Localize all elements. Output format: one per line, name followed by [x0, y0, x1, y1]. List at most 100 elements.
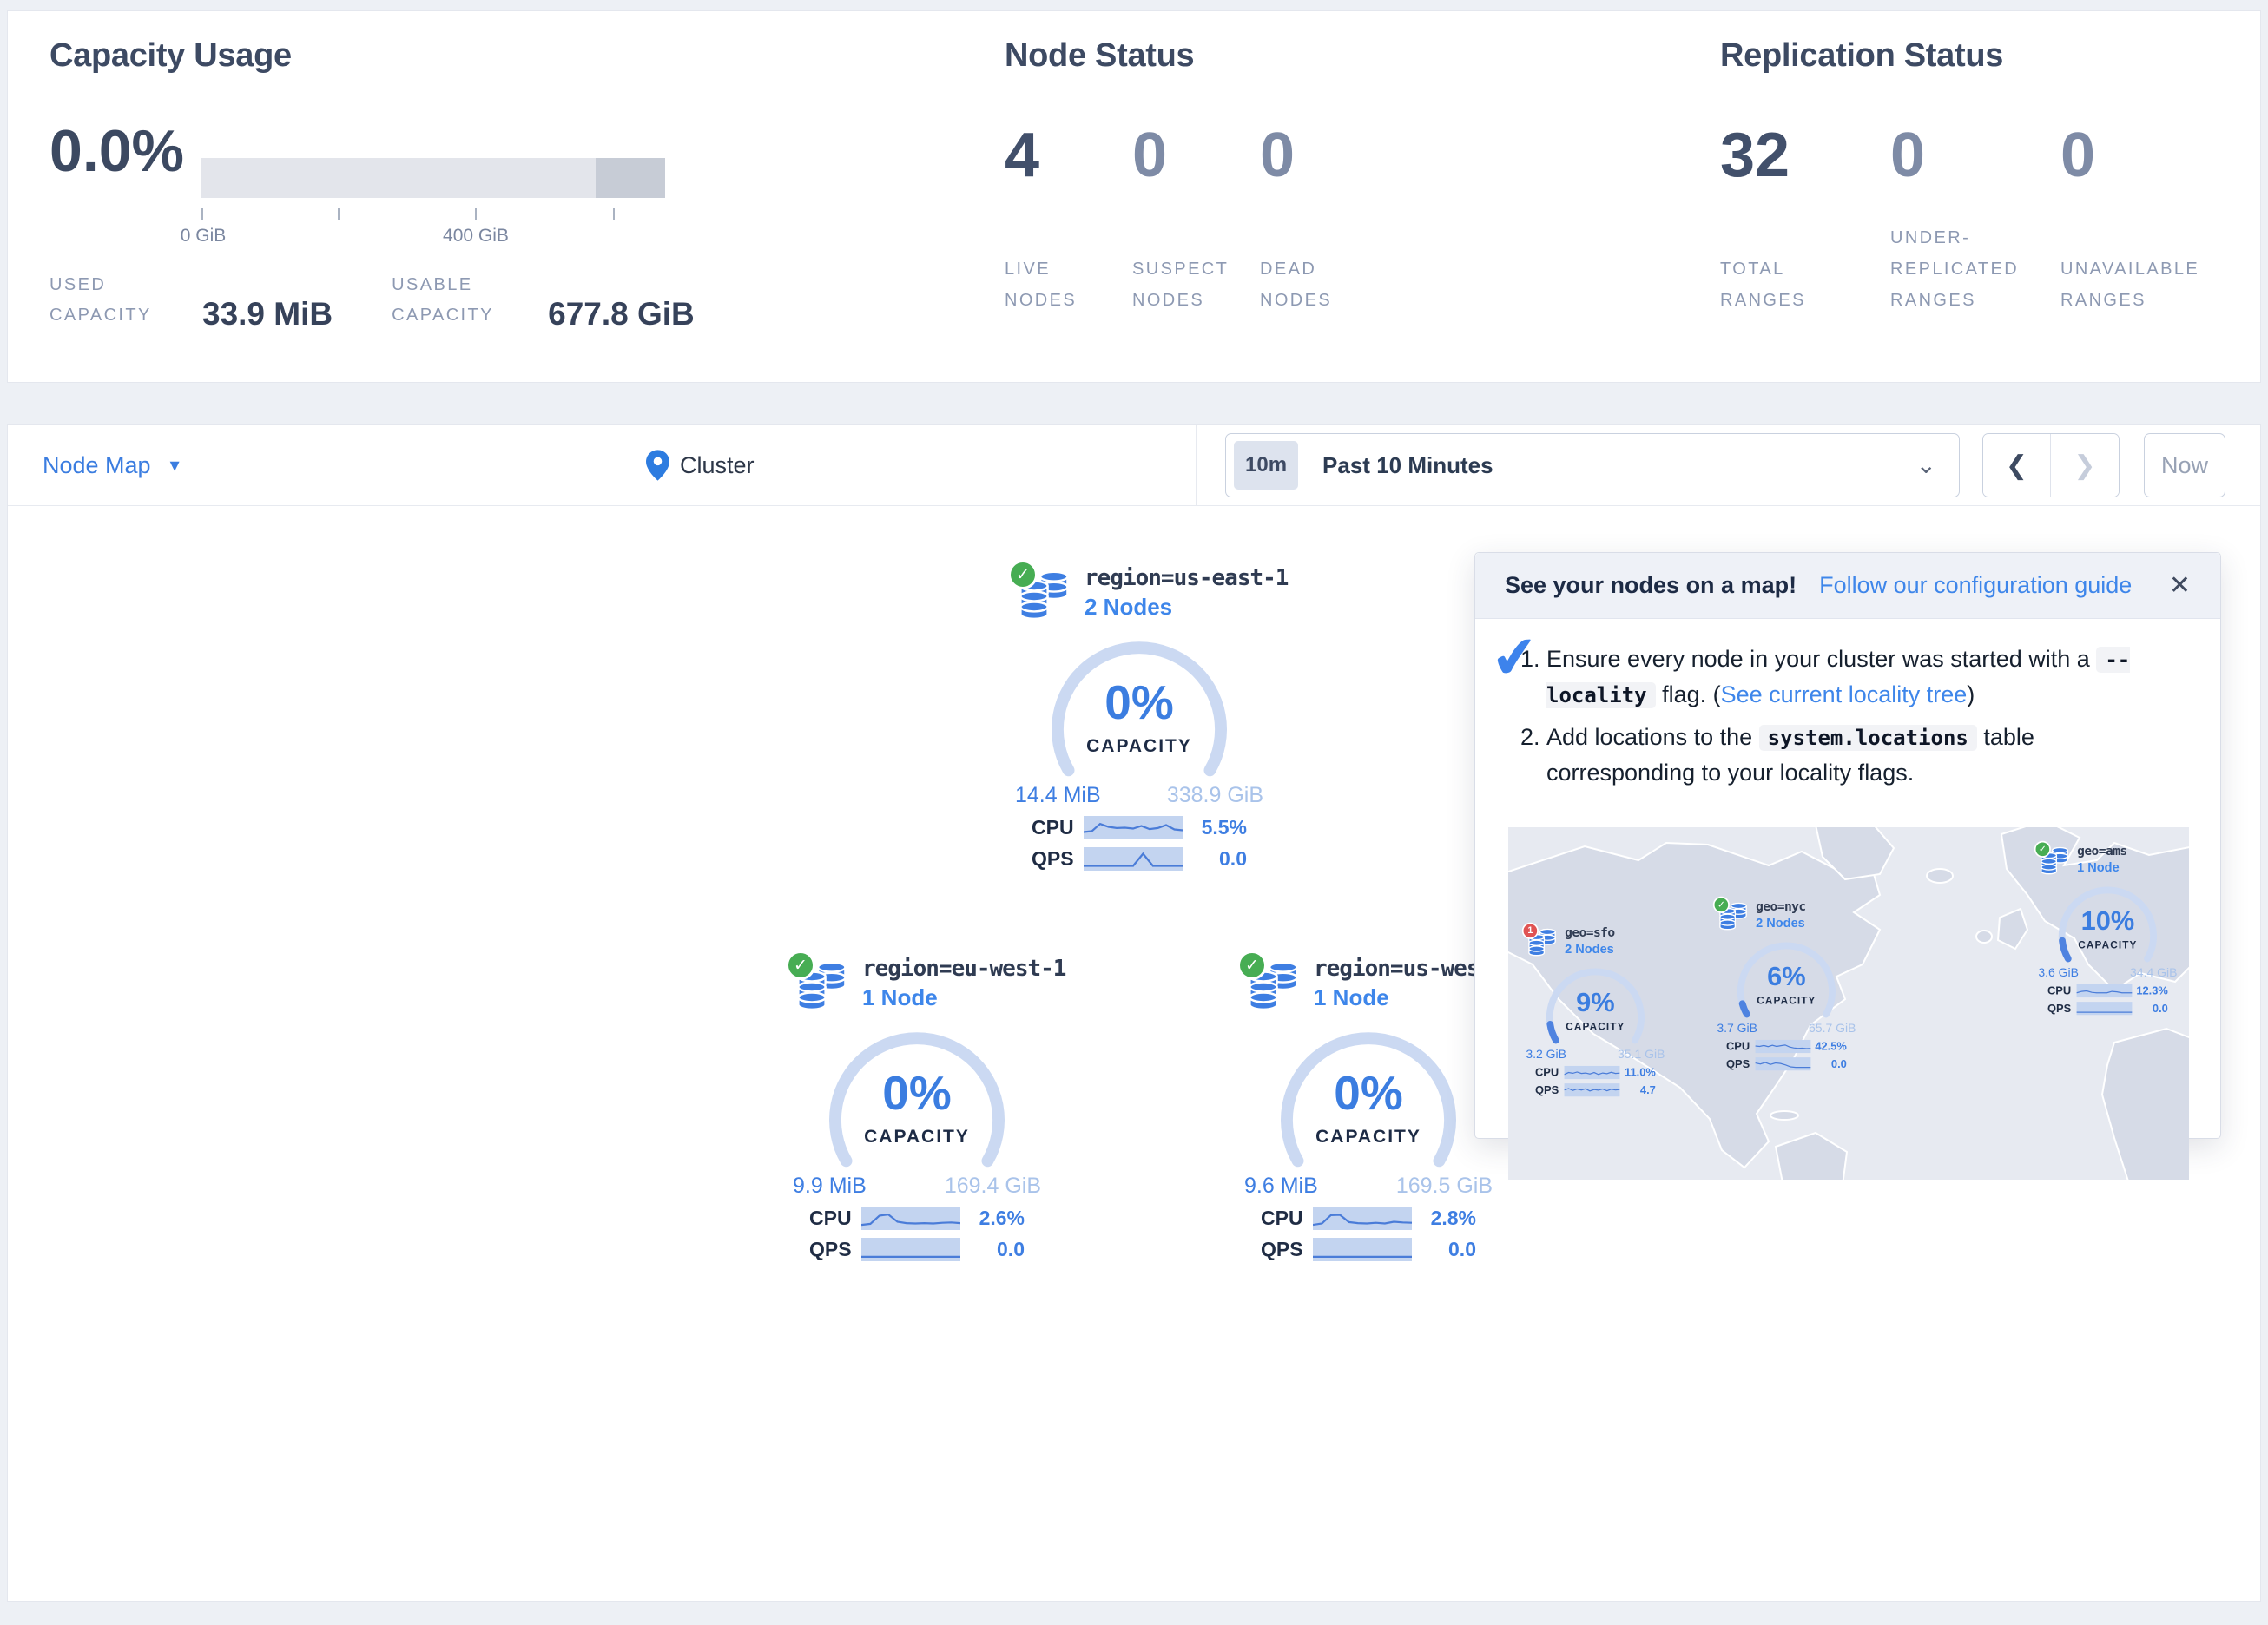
qps-label: QPS	[809, 1238, 861, 1261]
cpu-label: CPU	[1535, 1066, 1565, 1079]
node-status-labels: LIVE NODES SUSPECT NODES DEAD NODES	[1005, 222, 1388, 316]
locality-tree-link[interactable]: See current locality tree	[1721, 681, 1968, 707]
capacity-gauge-label: CAPACITY	[1734, 995, 1839, 1006]
capacity-gauge: 6% CAPACITY	[1734, 937, 1839, 1020]
capacity-values: 14.4 MiB 338.9 GiB	[1015, 783, 1263, 808]
qps-value: 0.0	[960, 1238, 1025, 1261]
region-node-card: ✓ geo=ams 1 Node	[2027, 843, 2188, 1015]
capacity-usage-section: Capacity Usage 0.0% 0 GiB 400 GiB USED C…	[49, 37, 292, 75]
suspect-nodes-label: SUSPECT NODES	[1132, 253, 1249, 316]
region-node-card: ✓ region=us-west-1 1 Node	[1225, 954, 1512, 1261]
capacity-gauge-label: CAPACITY	[1543, 1021, 1648, 1032]
time-range-badge: 10m	[1234, 441, 1298, 490]
replication-status-section: Replication Status 32 0 0 TOTAL RANGES U…	[1720, 37, 2234, 316]
step-text: Ensure every node in your cluster was st…	[1546, 646, 2096, 672]
system-locations-code: system.locations	[1759, 725, 1977, 751]
map-pin-icon	[646, 450, 669, 481]
step-text: )	[1967, 681, 1975, 707]
cpu-sparkline	[1756, 1040, 1811, 1053]
region-meta: region=us-east-1 2 Nodes	[1085, 563, 1282, 621]
region-nodes-link[interactable]: 1 Node	[862, 984, 938, 1011]
cpu-value: 2.6%	[960, 1207, 1025, 1230]
qps-value: 0.0	[1412, 1238, 1476, 1261]
dead-nodes-count: 0	[1260, 120, 1388, 191]
cpu-sparkline	[1313, 1207, 1412, 1230]
dead-nodes-label: DEAD NODES	[1260, 253, 1364, 316]
usable-capacity-label: USABLE CAPACITY	[392, 270, 524, 331]
axis-tick	[613, 208, 615, 220]
capacity-gauge-label: CAPACITY	[1045, 736, 1233, 757]
node-status-values: 4 0 0	[1005, 120, 1388, 191]
region-locality-label: geo=nyc	[1756, 899, 1867, 914]
time-next-button[interactable]: ❯	[2051, 434, 2119, 497]
node-status-section: Node Status 4 0 0 LIVE NODES SUSPECT NOD…	[1005, 37, 1388, 316]
qps-label: QPS	[1535, 1083, 1565, 1096]
unavailable-label: UNAVAILABLE RANGES	[2060, 253, 2208, 316]
node-map-canvas: ✓ region=us-east-1 2 Nodes	[8, 506, 2260, 1602]
capacity-bar-track	[201, 158, 665, 198]
qps-metric-row: QPS 0.0	[1261, 1238, 1476, 1261]
cpu-value: 5.5%	[1183, 816, 1247, 839]
region-locality-label: geo=sfo	[1565, 925, 1676, 940]
live-nodes-label: LIVE NODES	[1005, 253, 1109, 316]
capacity-gauge-percent: 9%	[1543, 987, 1648, 1018]
region-nodes-link[interactable]: 2 Nodes	[1085, 594, 1172, 621]
time-prev-button[interactable]: ❮	[1983, 434, 2051, 497]
region-node-card: ✓ region=us-east-1 2 Nodes	[996, 563, 1282, 871]
region-locality-label: region=us-east-1	[1085, 565, 1282, 591]
cpu-label: CPU	[1726, 1040, 1756, 1053]
region-used-capacity: 9.9 MiB	[793, 1174, 867, 1199]
region-nodes-link[interactable]: 1 Node	[2077, 860, 2120, 875]
live-nodes-count: 4	[1005, 120, 1132, 191]
region-meta: geo=sfo 2 Nodes	[1565, 924, 1676, 957]
time-range-label: Past 10 Minutes	[1322, 452, 1493, 479]
locality-breadcrumb[interactable]: Cluster	[646, 450, 755, 481]
region-used-capacity: 3.6 GiB	[2038, 966, 2079, 980]
region-node-card: ✓ geo=nyc 2 Nodes	[1706, 898, 1867, 1070]
region-locality-label: geo=ams	[2077, 844, 2188, 859]
close-icon[interactable]: ✕	[2169, 570, 2191, 601]
configuration-guide-link[interactable]: Follow our configuration guide	[1819, 572, 2132, 599]
region-meta: geo=nyc 2 Nodes	[1756, 898, 1867, 931]
region-header: ✓ geo=nyc 2 Nodes	[1706, 898, 1867, 931]
used-capacity-label: USED CAPACITY	[49, 270, 178, 331]
qps-value: 0.0	[1810, 1057, 1846, 1070]
cpu-label: CPU	[2047, 984, 2077, 997]
capacity-values: 3.7 GiB 65.7 GiB	[1717, 1022, 1856, 1036]
capacity-gauge-label: CAPACITY	[823, 1127, 1011, 1148]
time-range-dropdown[interactable]: 10m Past 10 Minutes ⌄	[1225, 433, 1960, 497]
node-status-badge: ✓	[786, 951, 815, 980]
region-used-capacity: 9.6 MiB	[1244, 1174, 1318, 1199]
cpu-metric-row: CPU 11.0%	[1535, 1066, 1656, 1079]
node-status-badge: ✓	[1237, 951, 1267, 980]
qps-sparkline	[1084, 847, 1183, 871]
capacity-details-row: USED CAPACITY 33.9 MiB USABLE CAPACITY 6…	[49, 270, 695, 331]
qps-label: QPS	[1261, 1238, 1313, 1261]
region-total-capacity: 169.5 GiB	[1396, 1174, 1493, 1199]
qps-sparkline	[1313, 1238, 1412, 1261]
time-step-buttons: ❮ ❯	[1982, 433, 2120, 497]
capacity-values: 9.6 MiB 169.5 GiB	[1244, 1174, 1493, 1199]
view-mode-dropdown[interactable]: Node Map ▾	[43, 452, 180, 479]
qps-label: QPS	[1726, 1057, 1756, 1070]
cpu-value: 42.5%	[1810, 1040, 1846, 1053]
cpu-metric-row: CPU 2.8%	[1261, 1207, 1476, 1230]
capacity-gauge-percent: 0%	[1045, 674, 1233, 730]
region-total-capacity: 35.1 GiB	[1618, 1048, 1665, 1062]
region-nodes-link[interactable]: 2 Nodes	[1565, 942, 1614, 957]
region-nodes-link[interactable]: 1 Node	[1314, 984, 1389, 1011]
capacity-values: 3.2 GiB 35.1 GiB	[1526, 1048, 1665, 1062]
under-replicated-count: 0	[1890, 120, 2060, 191]
qps-value: 0.0	[2132, 1002, 2167, 1015]
time-now-button[interactable]: Now	[2144, 433, 2225, 497]
region-nodes-link[interactable]: 2 Nodes	[1756, 916, 1805, 931]
cpu-metric-row: CPU 5.5%	[1032, 816, 1247, 839]
axis-tick	[201, 208, 203, 220]
region-header: ✓ region=us-west-1 1 Node	[1225, 954, 1512, 1011]
capacity-percent: 0.0%	[49, 117, 184, 185]
popup-title: See your nodes on a map!	[1505, 572, 1797, 599]
qps-metric-row: QPS 0.0	[809, 1238, 1025, 1261]
region-header: ✓ region=us-east-1 2 Nodes	[996, 563, 1282, 621]
setup-step-1: Ensure every node in your cluster was st…	[1546, 641, 2187, 713]
node-status-badge: 1	[1522, 923, 1539, 939]
